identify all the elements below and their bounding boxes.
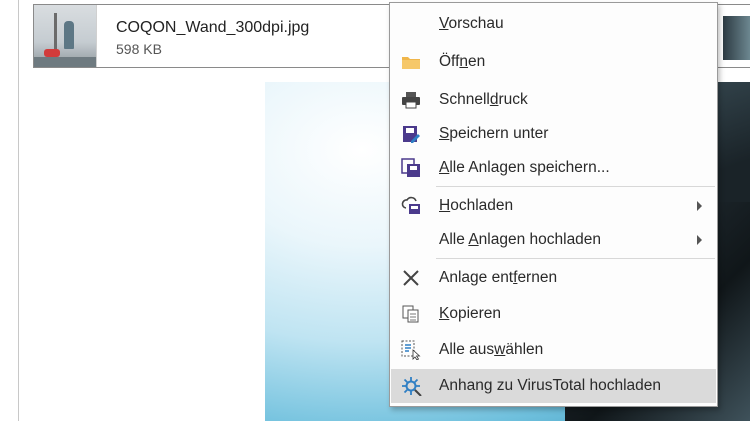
thumbnail-floor [34, 57, 96, 67]
next-attachment-thumbnail[interactable] [723, 16, 750, 60]
attachment-thumbnail[interactable] [34, 5, 97, 67]
menu-item-upload-all-attachments[interactable]: Alle Anlagen hochladen [391, 223, 716, 257]
menu-separator [436, 186, 715, 187]
menu-separator [436, 258, 715, 259]
menu-item-remove-attachment[interactable]: Anlage entfernen [391, 261, 716, 295]
menu-item-upload-to-virustotal[interactable]: Anhang zu VirusTotal hochladen [391, 369, 716, 403]
menu-item-open[interactable]: Öffnen [391, 45, 716, 79]
menu-item-label: Alle Anlagen hochladen [439, 231, 602, 248]
menu-item-label: Alle auswählen [439, 341, 544, 358]
menu-item-label: Anlage entfernen [439, 269, 558, 286]
attachment-file-name[interactable]: COQON_Wand_300dpi.jpg [116, 19, 309, 37]
menu-item-label: Kopieren [439, 305, 502, 322]
select-all-icon [401, 340, 421, 361]
attachment-file-size: 598 KB [116, 41, 162, 57]
menu-item-upload[interactable]: Hochladen [391, 189, 716, 223]
menu-item-copy[interactable]: Kopieren [391, 297, 716, 331]
menu-item-select-all[interactable]: Alle auswählen [391, 333, 716, 367]
printer-icon [401, 90, 421, 110]
menu-item-label: Anhang zu VirusTotal hochladen [439, 377, 662, 394]
attachment-context-menu: Vorschau Öffnen Schnelldruck Speichern u… [389, 2, 718, 407]
virustotal-icon [401, 376, 422, 397]
submenu-arrow-icon [697, 235, 702, 245]
save-all-icon [401, 158, 421, 178]
menu-item-label: Öffnen [439, 53, 486, 70]
copy-icon [401, 304, 421, 324]
save-as-icon [401, 124, 421, 144]
menu-item-label: Vorschau [439, 15, 504, 32]
cloud-upload-icon [401, 196, 421, 216]
menu-item-preview[interactable]: Vorschau [391, 7, 716, 41]
thumbnail-figure [64, 21, 74, 49]
menu-item-label: Speichern unter [439, 125, 549, 142]
menu-item-label: Schnelldruck [439, 91, 528, 108]
submenu-arrow-icon [697, 201, 702, 211]
remove-icon [401, 268, 421, 288]
folder-icon [401, 52, 421, 72]
menu-item-save-all-attachments[interactable]: Alle Anlagen speichern... [391, 151, 716, 185]
menu-item-label: Hochladen [439, 197, 514, 214]
menu-item-label: Alle Anlagen speichern... [439, 159, 610, 176]
menu-item-quick-print[interactable]: Schnelldruck [391, 83, 716, 117]
thumbnail-red-object [44, 49, 60, 57]
menu-item-save-as[interactable]: Speichern unter [391, 117, 716, 151]
